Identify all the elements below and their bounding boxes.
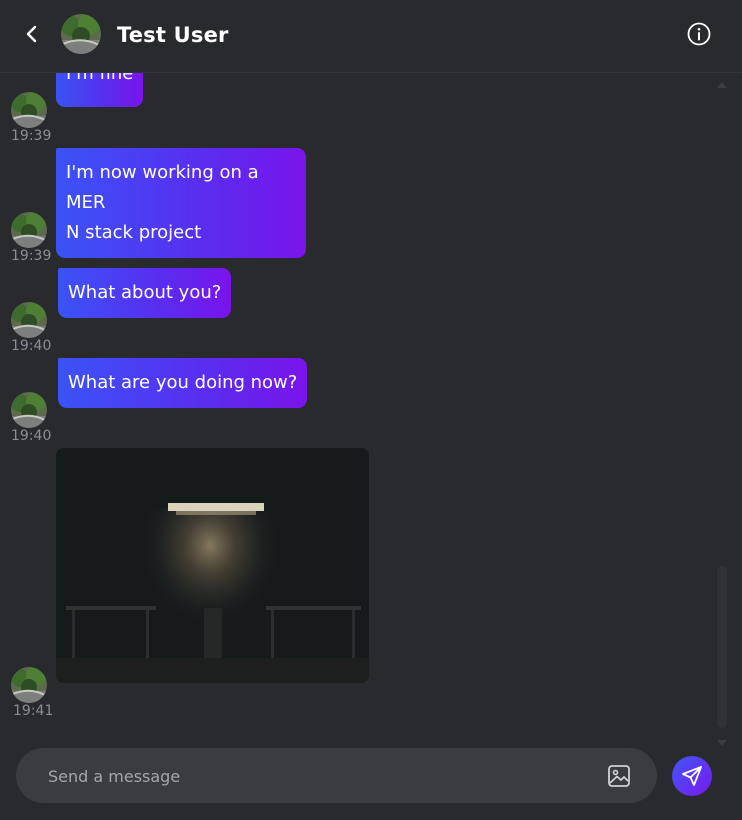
message-text: What are you doing now?: [68, 372, 298, 393]
message-text: What about you?: [68, 282, 222, 303]
message-text-line: N stack project: [66, 222, 202, 243]
message-composer: [16, 748, 657, 805]
image-icon: [608, 765, 630, 787]
info-circle-icon: [687, 22, 711, 46]
message-text: I'm fine: [66, 73, 134, 84]
avatar[interactable]: [11, 302, 47, 338]
image-message[interactable]: [56, 448, 369, 683]
chat-header: Test User: [0, 0, 742, 73]
avatar[interactable]: [11, 392, 47, 428]
message-input[interactable]: [46, 748, 590, 805]
message-text-line: I'm now working on a MER: [66, 162, 259, 213]
send-icon: [682, 766, 702, 786]
send-button[interactable]: [672, 756, 712, 796]
message-bubble: What are you doing now?: [58, 358, 308, 408]
avatar[interactable]: [61, 14, 101, 54]
scrollbar-thumb[interactable]: [717, 566, 727, 728]
message-time: 19:39: [11, 128, 52, 144]
message-bubble: What about you?: [58, 268, 232, 318]
back-button[interactable]: [18, 20, 46, 48]
message-time: 19:40: [11, 338, 52, 354]
scroll-up-arrow[interactable]: [717, 82, 727, 88]
scroll-down-arrow[interactable]: [717, 740, 727, 746]
message-time: 19:40: [11, 428, 52, 444]
avatar[interactable]: [11, 212, 47, 248]
message-list[interactable]: I'm fine 19:39 I'm now working on a MER …: [0, 73, 742, 735]
message-bubble: I'm fine: [56, 73, 144, 107]
chevron-left-icon: [26, 25, 37, 43]
attach-image-button[interactable]: [606, 763, 632, 789]
avatar[interactable]: [11, 92, 47, 128]
avatar[interactable]: [11, 667, 47, 703]
page-title: Test User: [117, 23, 229, 47]
message-bubble: I'm now working on a MER N stack project: [56, 148, 306, 258]
message-time: 19:41: [13, 703, 54, 719]
message-time: 19:39: [11, 248, 52, 264]
info-button[interactable]: [686, 21, 712, 47]
